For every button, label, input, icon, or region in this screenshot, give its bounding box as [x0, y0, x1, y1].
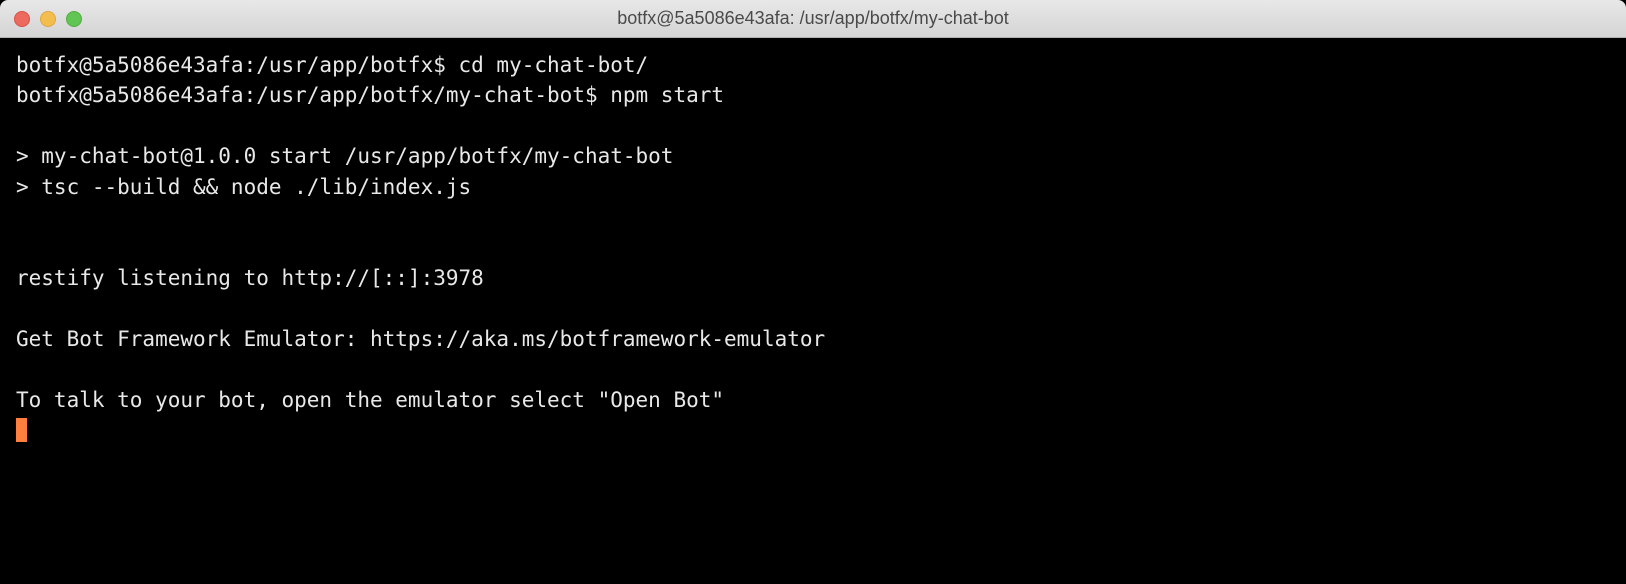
window-titlebar[interactable]: botfx@5a5086e43afa: /usr/app/botfx/my-ch… [0, 0, 1626, 38]
terminal-line: botfx@5a5086e43afa:/usr/app/botfx/my-cha… [16, 80, 1610, 110]
minimize-icon[interactable] [40, 11, 56, 27]
cursor-icon [16, 418, 27, 442]
terminal-line [16, 202, 1610, 232]
terminal-line: To talk to your bot, open the emulator s… [16, 385, 1610, 415]
terminal-line: > tsc --build && node ./lib/index.js [16, 172, 1610, 202]
terminal-line: > my-chat-bot@1.0.0 start /usr/app/botfx… [16, 141, 1610, 171]
terminal-cursor-line [16, 415, 1610, 445]
terminal-window: botfx@5a5086e43afa: /usr/app/botfx/my-ch… [0, 0, 1626, 584]
terminal-line [16, 233, 1610, 263]
maximize-icon[interactable] [66, 11, 82, 27]
terminal-line: Get Bot Framework Emulator: https://aka.… [16, 324, 1610, 354]
window-controls [14, 11, 82, 27]
window-title: botfx@5a5086e43afa: /usr/app/botfx/my-ch… [617, 8, 1009, 29]
terminal-output[interactable]: botfx@5a5086e43afa:/usr/app/botfx$ cd my… [0, 38, 1626, 584]
terminal-line [16, 294, 1610, 324]
terminal-line: restify listening to http://[::]:3978 [16, 263, 1610, 293]
terminal-line [16, 111, 1610, 141]
terminal-line: botfx@5a5086e43afa:/usr/app/botfx$ cd my… [16, 50, 1610, 80]
close-icon[interactable] [14, 11, 30, 27]
terminal-line [16, 354, 1610, 384]
